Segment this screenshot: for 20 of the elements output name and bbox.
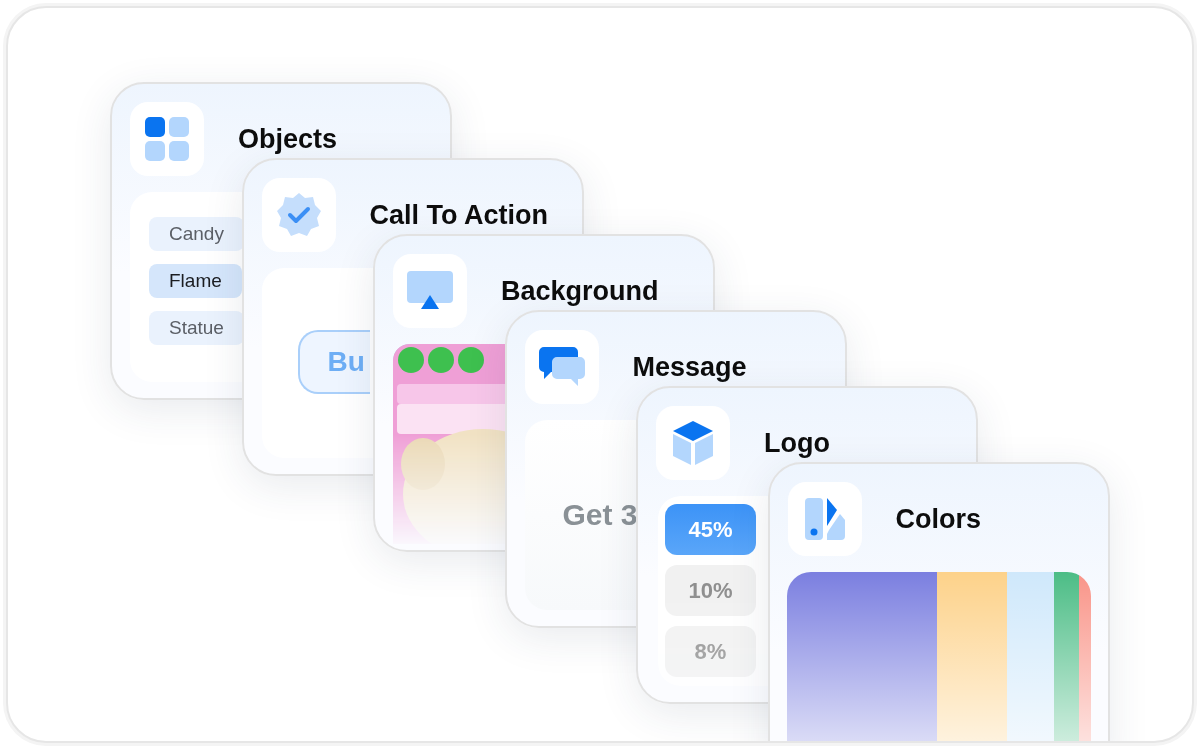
card-title: Call To Action bbox=[369, 199, 548, 231]
option-chip[interactable]: Statue bbox=[149, 311, 244, 345]
option-chip[interactable]: 10% bbox=[665, 565, 756, 616]
chat-bubbles-icon bbox=[538, 347, 585, 387]
check-badge-icon bbox=[275, 192, 322, 238]
cube-icon bbox=[673, 421, 713, 465]
option-chip[interactable]: Candy bbox=[149, 217, 244, 251]
swatch-icon bbox=[804, 498, 845, 540]
screen-icon bbox=[407, 271, 453, 311]
option-chip[interactable]: Flame bbox=[149, 264, 242, 298]
message-text: Get 3 bbox=[562, 498, 638, 531]
card-title: Objects bbox=[238, 123, 338, 155]
card-title: Logo bbox=[764, 427, 830, 459]
grid-icon bbox=[145, 117, 189, 161]
option-chip[interactable]: 8% bbox=[665, 626, 756, 677]
option-chip[interactable]: 45% bbox=[665, 504, 756, 555]
card-title: Background bbox=[501, 275, 659, 307]
action-button[interactable]: Bu bbox=[297, 330, 370, 394]
card-title: Message bbox=[632, 351, 747, 383]
card-title: Colors bbox=[895, 503, 981, 535]
